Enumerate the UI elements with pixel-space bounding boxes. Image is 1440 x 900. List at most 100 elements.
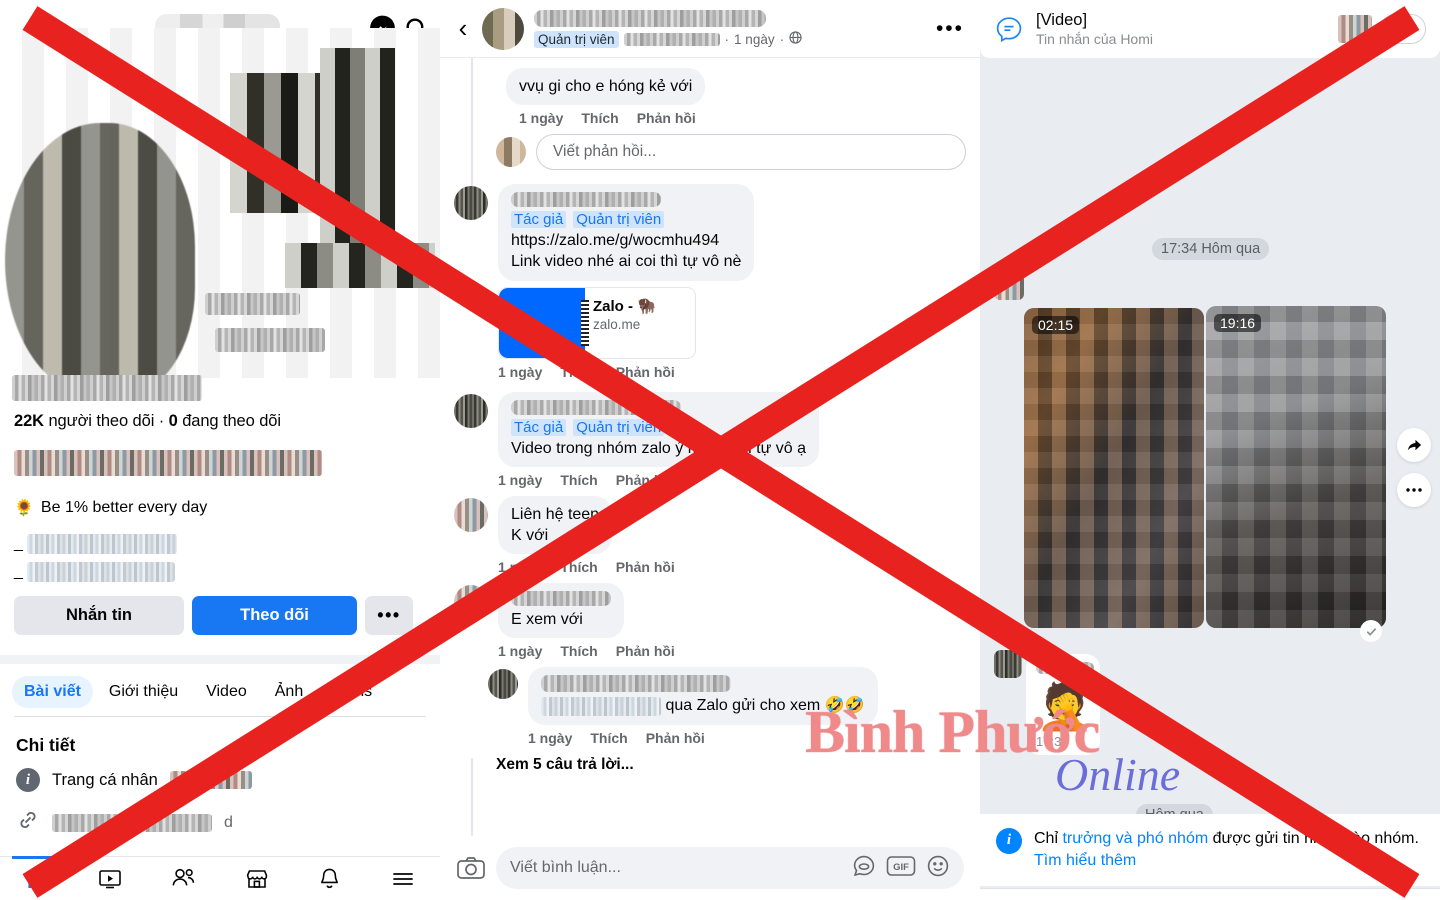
reply-action[interactable]: Phản hồi: [616, 364, 675, 380]
messenger-header-text: [Video] Tin nhắn của Homi: [1036, 11, 1153, 46]
sunflower-icon: 🌻: [14, 500, 34, 517]
like-action[interactable]: Thích: [590, 730, 627, 746]
emoji-icon[interactable]: [926, 854, 950, 883]
learn-more-link[interactable]: Tìm hiểu thêm: [1034, 852, 1136, 869]
comment-time: 1 ngày: [519, 110, 564, 127]
tab-bai-viet[interactable]: Bài viết: [12, 676, 93, 708]
reply-action[interactable]: Phản hồi: [616, 559, 675, 575]
details-heading: Chi tiết: [16, 735, 76, 755]
gif-icon[interactable]: GIF: [886, 855, 916, 882]
day-timestamp-top: 17:34 Hôm qua: [1152, 238, 1270, 260]
notice-highlight[interactable]: trưởng và phó nhóm: [1062, 830, 1208, 847]
nav-notifications-bell-icon[interactable]: [293, 857, 366, 900]
extra-members-badge[interactable]: +1: [1380, 14, 1426, 44]
comment-composer: Viết bình luận... GIF: [440, 836, 980, 900]
comment-bubble: Liên hệ teen K với: [498, 495, 613, 555]
profile-more-button[interactable]: •••: [365, 596, 413, 635]
tab-video[interactable]: Video: [194, 676, 259, 708]
comment-avatar-redacted[interactable]: [454, 186, 488, 221]
profile-bio-extra-redacted: _ _: [14, 532, 177, 588]
comment-actions: 1 ngày Thích Phản hồi: [498, 467, 966, 492]
video-message-thumbnail[interactable]: 19:16: [1206, 306, 1386, 628]
chevron-left-icon[interactable]: ‹: [450, 13, 476, 44]
like-action[interactable]: Thích: [560, 472, 597, 488]
notice-middle: được gửi tin nhắn vào nhóm.: [1208, 829, 1419, 847]
nav-home-icon[interactable]: [0, 855, 73, 900]
comment-author-redacted: [511, 192, 661, 208]
message-bubble-icon: [994, 14, 1024, 44]
view-more-replies-link[interactable]: Xem 5 câu trả lời...: [440, 750, 980, 774]
link-preview-card[interactable]: Zalo - 🦬 zalo.me: [498, 286, 696, 359]
nav-menu-icon[interactable]: [367, 857, 440, 900]
follow-button[interactable]: Theo dõi: [192, 596, 357, 635]
reaction-badge[interactable]: 1 😆: [936, 587, 966, 607]
post-header: ‹ Quản trị viên · 1 ngày · •••: [440, 0, 980, 58]
profile-action-buttons: Nhắn tin Theo dõi •••: [14, 596, 413, 635]
following-label: đang theo dõi: [182, 412, 281, 430]
info-icon: i: [16, 768, 40, 792]
reply-action[interactable]: Phản hồi: [646, 730, 705, 746]
reaction-count: 1: [935, 589, 944, 605]
post-meta: Quản trị viên · 1 ngày ·: [534, 30, 930, 48]
post-author-name-redacted: [534, 9, 766, 27]
comment-bubble: qua Zalo gửi cho xem 🤣🤣: [528, 667, 878, 725]
detail-row-profile[interactable]: i Trang cá nhân: [16, 768, 252, 792]
member-avatar-redacted: [1338, 15, 1372, 43]
chat-title: [Video]: [1036, 11, 1088, 30]
comment-time: 1 ngày: [498, 363, 543, 380]
nav-friends-icon[interactable]: [147, 857, 220, 900]
messenger-header-right: +1: [1338, 14, 1426, 44]
sticker-icon[interactable]: [852, 854, 876, 883]
emoji-message-bubble[interactable]: 🤦 17:39: [1026, 654, 1100, 755]
like-action[interactable]: Thích: [560, 364, 597, 380]
reply-input[interactable]: Viết phản hồi...: [536, 134, 966, 171]
comment-text-line2: K với: [511, 527, 549, 545]
comment-bubble: E xem với: [498, 583, 624, 639]
more-dots-button[interactable]: [1397, 473, 1431, 507]
camera-icon[interactable]: [456, 855, 486, 881]
messenger-message-list[interactable]: 17:34 Hôm qua 02:15 19:16 🤦 17:39 i Chỉ …: [980, 58, 1440, 900]
messenger-panel: [Video] Tin nhắn của Homi +1 17:34 Hôm q…: [980, 0, 1440, 900]
comment-avatar-redacted[interactable]: [454, 497, 488, 532]
detail-link-suffix: d: [224, 813, 233, 831]
tab-anh[interactable]: Ảnh: [263, 676, 315, 708]
nav-watch-video-icon[interactable]: [73, 857, 146, 900]
comment-author-redacted: [541, 675, 731, 693]
reply-action[interactable]: Phản hồi: [616, 643, 675, 659]
like-action[interactable]: Thích: [560, 643, 597, 659]
comment-avatar-redacted[interactable]: [454, 585, 488, 620]
comments-scroll-area[interactable]: vvụ gi cho e hóng kẻ với 1 ngày Thích Ph…: [440, 58, 980, 836]
detail-row-link[interactable]: d: [16, 808, 233, 837]
tag-quan-tri-vien: Quản trị viên: [573, 211, 665, 229]
share-arrow-button[interactable]: [1397, 428, 1431, 462]
tab-gioi-thieu[interactable]: Giới thiệu: [97, 676, 190, 708]
comment-input[interactable]: Viết bình luận... GIF: [496, 847, 964, 889]
post-author-avatar-redacted[interactable]: [482, 7, 524, 50]
comment-link-url[interactable]: https://zalo.me/g/wocmhu494: [511, 230, 741, 251]
like-action[interactable]: Thích: [560, 559, 597, 575]
comment-time: 1 ngày: [498, 471, 543, 488]
tab-reels[interactable]: Reels: [319, 676, 384, 708]
message-button[interactable]: Nhắn tin: [14, 596, 184, 635]
inline-reply-composer[interactable]: Viết phản hồi...: [440, 130, 980, 180]
reply-action[interactable]: Phản hồi: [637, 110, 696, 126]
comment-avatar-redacted[interactable]: [488, 669, 518, 700]
comment-item: vvụ gi cho e hóng kẻ với 1 ngày Thích Ph…: [440, 64, 980, 130]
current-user-avatar: [496, 137, 526, 168]
notice-text: Chỉ trưởng và phó nhóm được gửi tin nhắn…: [1034, 828, 1424, 872]
like-action[interactable]: Thích: [581, 110, 618, 126]
reply-action[interactable]: Phản hồi: [616, 472, 675, 488]
comment-text: Link video nhé ai coi thì tự vô nè: [511, 253, 742, 271]
post-more-menu-icon[interactable]: •••: [930, 17, 970, 41]
nav-marketplace-icon[interactable]: [220, 857, 293, 900]
emoji-message-time: 17:39: [1036, 734, 1069, 749]
profile-follower-stats: 22K người theo dõi · 0 đang theo dõi: [14, 412, 281, 431]
bottom-navigation-bar: [0, 855, 440, 900]
followers-label: người theo dõi: [48, 412, 155, 430]
comment-author-redacted: [511, 591, 611, 607]
comment-actions: 1 ngày Thích Phản hồi: [528, 725, 966, 750]
video-message-thumbnail[interactable]: 02:15: [1024, 308, 1204, 628]
message-sent-check-icon: [1360, 620, 1382, 642]
comment-avatar-redacted[interactable]: [454, 393, 488, 428]
post-author-info: Quản trị viên · 1 ngày ·: [534, 9, 930, 48]
